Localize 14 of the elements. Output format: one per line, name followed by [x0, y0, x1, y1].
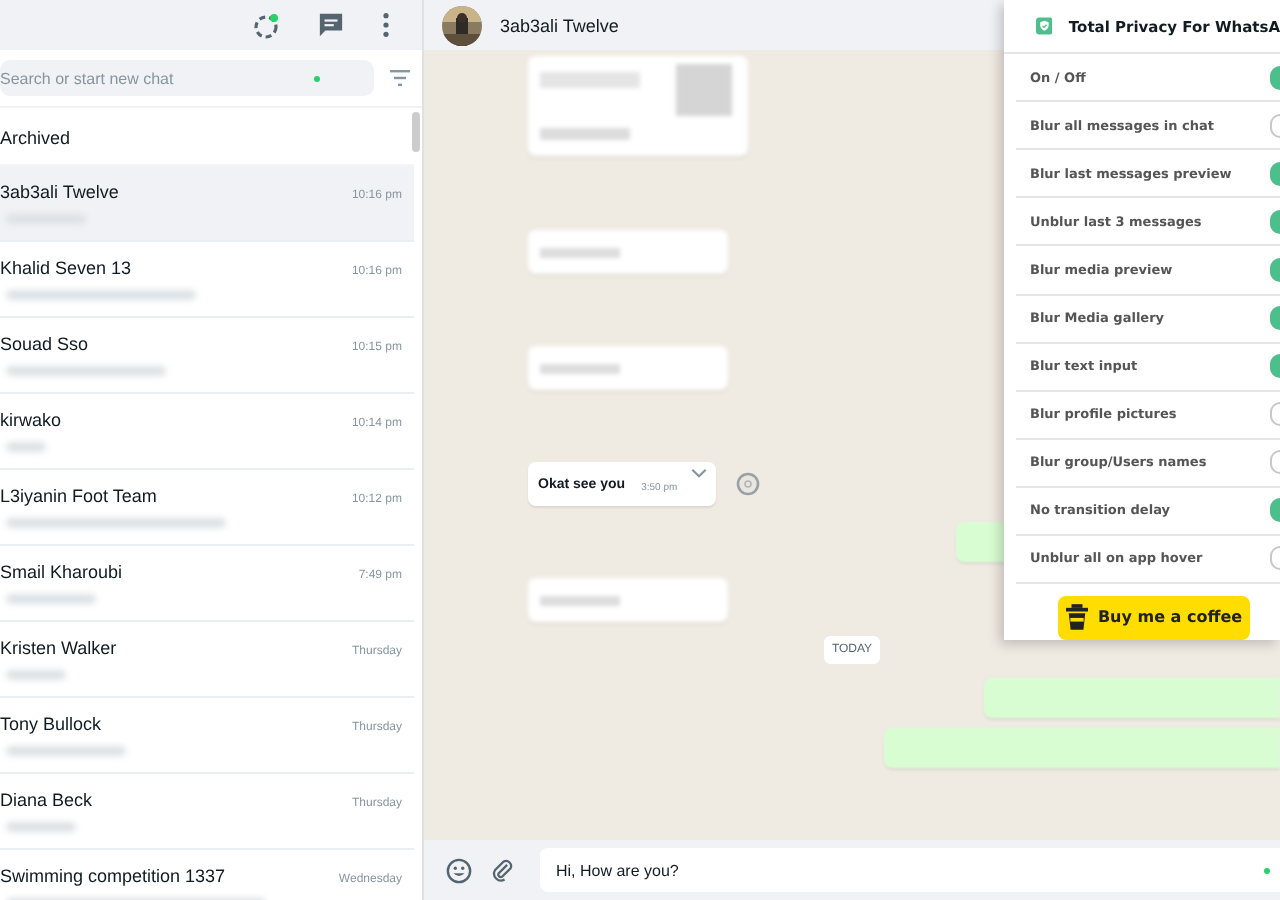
message-input[interactable]: Hi, How are you?	[540, 848, 1280, 892]
contact-name: kirwako	[0, 410, 62, 430]
contact-name: Khalid Seven 13	[0, 258, 132, 278]
coffee-button[interactable]: Buy me a coffee	[1058, 595, 1250, 640]
contact-name: Diana Beck	[0, 790, 93, 810]
contact-name: Tony Bullock	[0, 714, 102, 734]
contact-name: 3ab3ali Twelve	[500, 15, 619, 35]
contact-name: Souad Sso	[0, 334, 89, 354]
contact-name: Smail Kharoubi	[0, 562, 123, 582]
contact-name: 3ab3ali Twelve	[0, 182, 119, 202]
contact-name: Swimming competition 1337	[0, 866, 226, 886]
search-field[interactable]: Search or start new chat	[0, 60, 374, 96]
contact-name: Kristen Walker	[0, 638, 117, 658]
contact-name: L3iyanin Foot Team	[0, 486, 157, 506]
